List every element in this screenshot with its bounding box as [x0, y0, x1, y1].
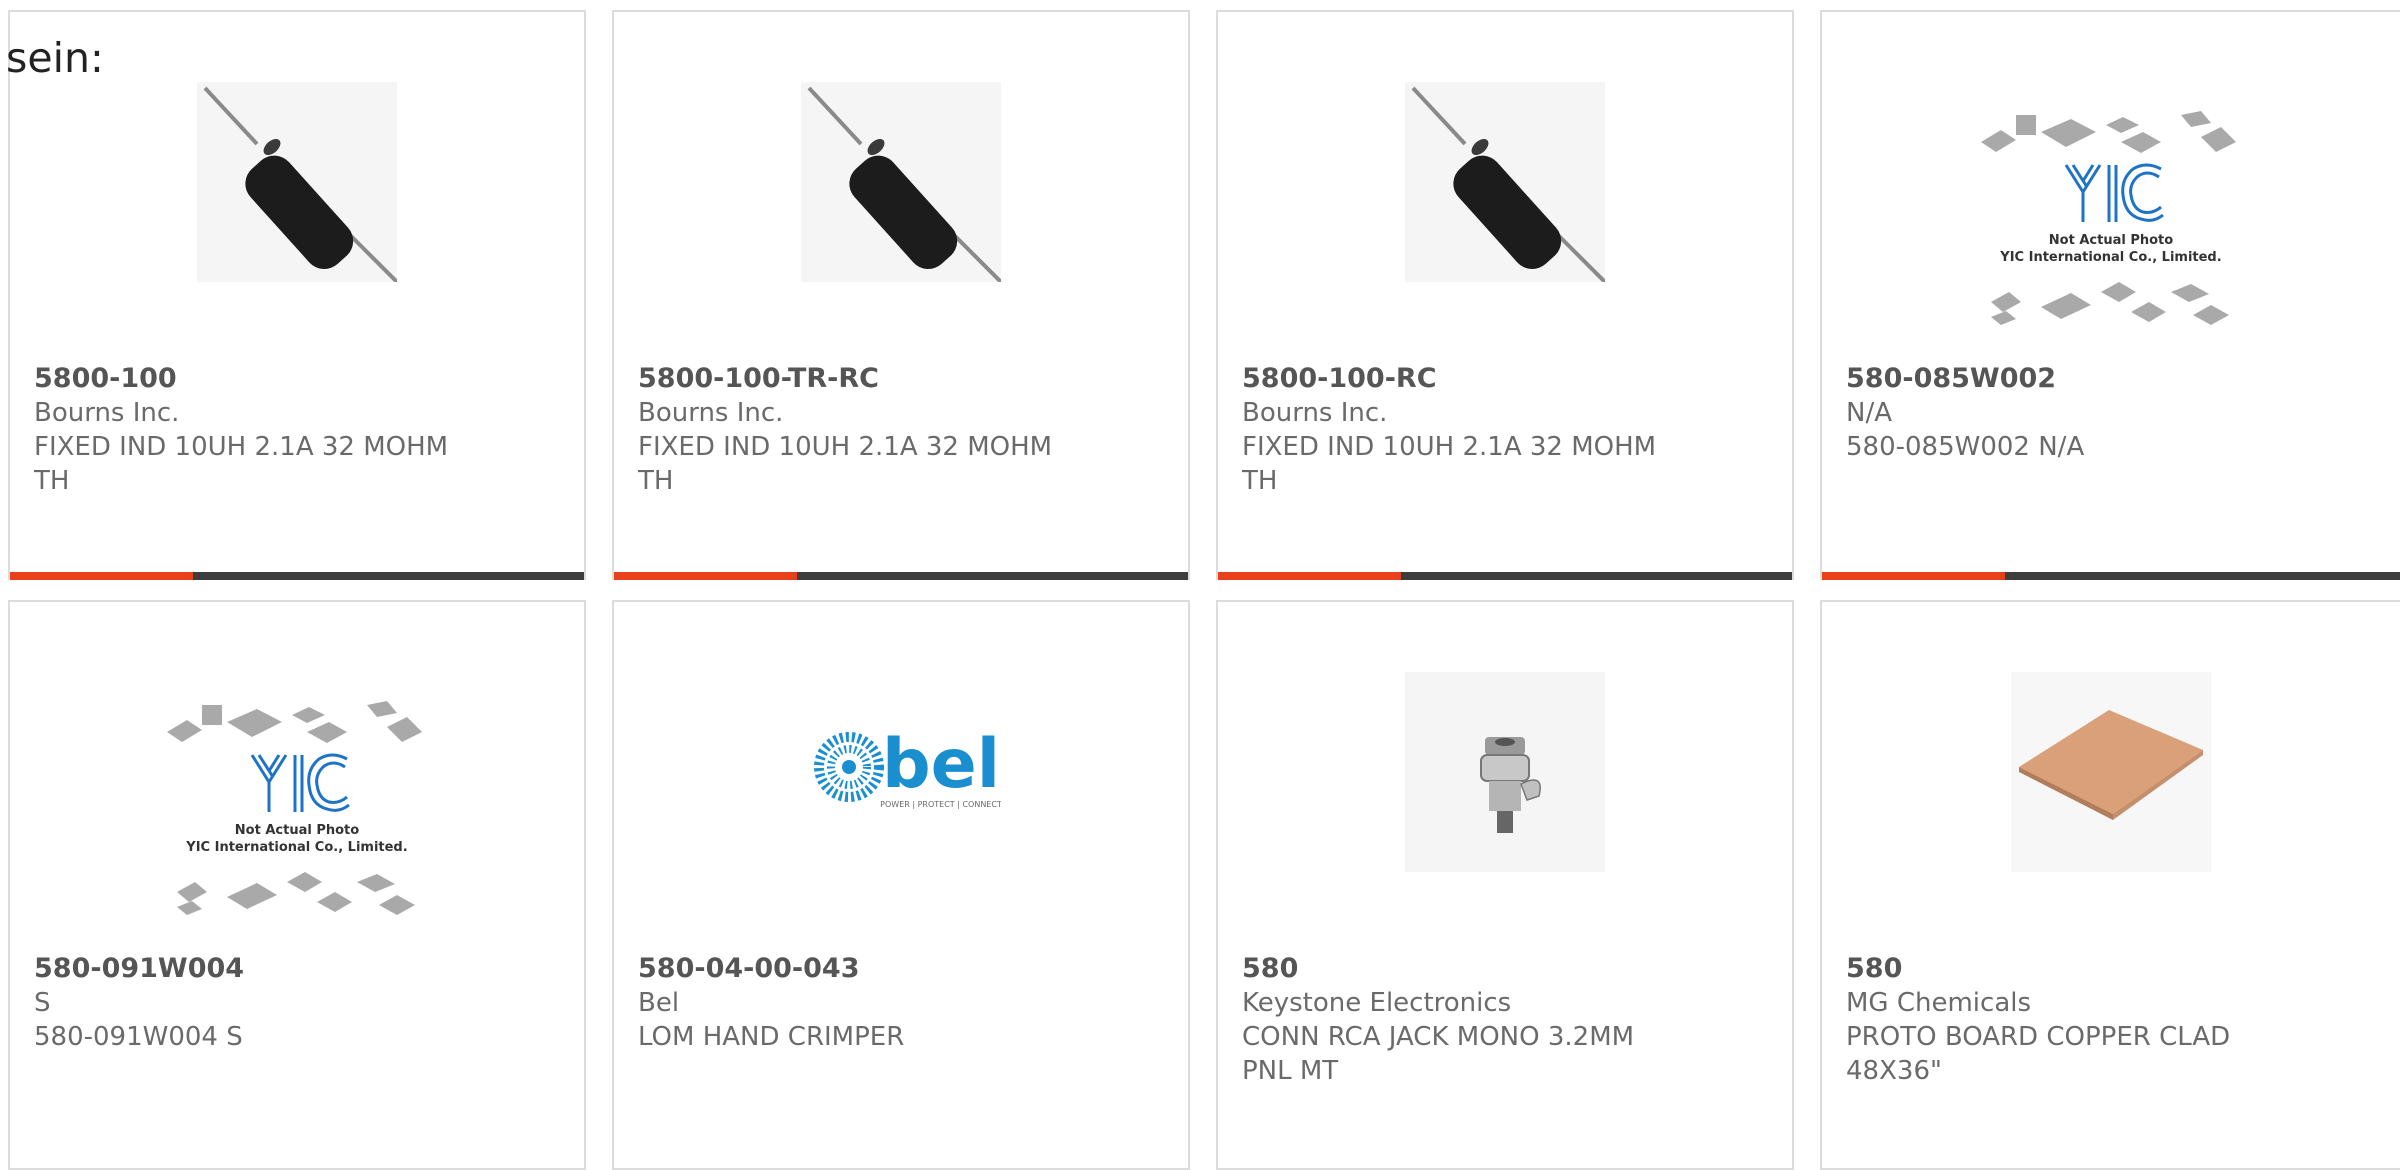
description: FIXED IND 10UH 2.1A 32 MOHM TH	[1242, 432, 1657, 496]
product-card[interactable]: 580 MG Chemicals PROTO BOARD COPPER CLAD…	[1820, 600, 2400, 1170]
inductor-image[interactable]	[197, 82, 397, 282]
product-card[interactable]: Not Actual Photo YIC International Co., …	[1820, 10, 2400, 580]
card-accent-bar	[1218, 572, 1792, 580]
description: 580-085W002 N/A	[1846, 432, 2085, 462]
product-card[interactable]: 5800-100 Bourns Inc. FIXED IND 10UH 2.1A…	[8, 10, 586, 580]
placeholder-line2: YIC International Co., Limited.	[1999, 250, 2221, 265]
product-card[interactable]: 5800-100-TR-RC Bourns Inc. FIXED IND 10U…	[612, 10, 1190, 580]
yic-placeholder-image[interactable]: Not Actual Photo YIC International Co., …	[1971, 97, 2251, 357]
manufacturer: S	[34, 988, 51, 1018]
card-accent-bar	[614, 572, 1188, 580]
part-number[interactable]: 580-085W002	[1846, 362, 2376, 396]
manufacturer: Bourns Inc.	[34, 398, 180, 428]
description: 580-091W004 S	[34, 1022, 243, 1052]
manufacturer: MG Chemicals	[1846, 988, 2032, 1018]
placeholder-line1: Not Actual Photo	[2049, 233, 2173, 248]
manufacturer: Keystone Electronics	[1242, 988, 1512, 1018]
part-number[interactable]: 5800-100-TR-RC	[638, 362, 1164, 396]
inductor-image[interactable]	[801, 82, 1001, 282]
description: FIXED IND 10UH 2.1A 32 MOHM TH	[638, 432, 1053, 496]
intro-text: sein:	[6, 34, 104, 82]
part-number[interactable]: 580	[1846, 952, 2376, 986]
description: CONN RCA JACK MONO 3.2MM PNL MT	[1242, 1022, 1635, 1086]
product-grid: 5800-100 Bourns Inc. FIXED IND 10UH 2.1A…	[0, 0, 2400, 1170]
manufacturer: Bel	[638, 988, 680, 1018]
description: LOM HAND CRIMPER	[638, 1022, 905, 1052]
placeholder-line2: YIC International Co., Limited.	[185, 840, 407, 855]
part-number[interactable]: 5800-100	[34, 362, 560, 396]
yic-placeholder-image[interactable]: Not Actual Photo YIC International Co., …	[157, 687, 437, 947]
manufacturer: Bourns Inc.	[1242, 398, 1388, 428]
description: FIXED IND 10UH 2.1A 32 MOHM TH	[34, 432, 449, 496]
bel-logo-text: bel	[882, 725, 1000, 804]
product-card[interactable]: 580 Keystone Electronics CONN RCA JACK M…	[1216, 600, 1794, 1170]
bel-logo-image[interactable]: bel POWER | PROTECT | CONNECT	[801, 672, 1001, 872]
product-card[interactable]: 5800-100-RC Bourns Inc. FIXED IND 10UH 2…	[1216, 10, 1794, 580]
manufacturer: N/A	[1846, 398, 1892, 428]
card-accent-bar	[10, 572, 584, 580]
product-card[interactable]: bel POWER | PROTECT | CONNECT 580-04-00-…	[612, 600, 1190, 1170]
card-accent-bar	[1822, 572, 2400, 580]
part-number[interactable]: 580-04-00-043	[638, 952, 1164, 986]
inductor-image[interactable]	[1405, 82, 1605, 282]
part-number[interactable]: 5800-100-RC	[1242, 362, 1768, 396]
bel-tagline: POWER | PROTECT | CONNECT	[880, 800, 1001, 809]
manufacturer: Bourns Inc.	[638, 398, 784, 428]
part-number[interactable]: 580	[1242, 952, 1768, 986]
placeholder-line1: Not Actual Photo	[235, 823, 359, 838]
product-card[interactable]: Not Actual Photo YIC International Co., …	[8, 600, 586, 1170]
copper-board-image[interactable]	[2011, 672, 2211, 872]
rca-jack-image[interactable]	[1405, 672, 1605, 872]
part-number[interactable]: 580-091W004	[34, 952, 560, 986]
description: PROTO BOARD COPPER CLAD 48X36"	[1846, 1022, 2231, 1086]
